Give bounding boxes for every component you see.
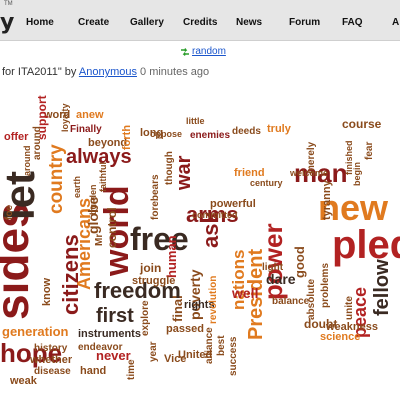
cloud-word-struggle: struggle (132, 275, 175, 287)
cloud-word-control: control (105, 207, 119, 248)
cloud-word-generation: generation (2, 324, 69, 339)
cloud-word-unite: unite (344, 296, 355, 320)
cloud-word-revolution: revolution (208, 276, 219, 324)
wordle-title-line: for ITA2011" by Anonymous 0 minutes ago (2, 66, 209, 78)
cloud-word-deeds: deeds (232, 126, 261, 137)
cloud-word-oppose: oppose (150, 129, 182, 139)
cloud-word-little: little (186, 116, 205, 126)
word-cloud: word anew loyalty Finally support beyond… (0, 95, 400, 387)
trademark-mark: TM (4, 1, 13, 7)
cloud-word-powerful: powerful (210, 198, 256, 210)
cloud-word-year: year (148, 341, 159, 362)
timestamp: 0 minutes ago (140, 66, 210, 78)
nav-faq-link[interactable]: FAQ (342, 17, 363, 28)
cloud-word-century: century (250, 178, 283, 188)
cloud-word-problems: problems (320, 263, 331, 308)
nav-credits-link[interactable]: Credits (183, 17, 217, 28)
cloud-word-balance: balance (272, 296, 310, 307)
cloud-word-weak: weak (9, 375, 38, 387)
cloud-word-begin: begin (352, 162, 362, 186)
top-navigation-bar: y TM Home Create Gallery Credits News Fo… (0, 0, 400, 41)
cloud-word-fellow: fellow (371, 259, 393, 316)
cloud-word-truly: truly (267, 123, 292, 135)
cloud-word-dare: dare (266, 271, 296, 287)
cloud-word-offer: offer (4, 131, 29, 143)
cloud-word-explore: explore (140, 300, 151, 336)
random-link-group[interactable]: random (180, 46, 226, 57)
cloud-word-course: course (342, 117, 382, 131)
cloud-word-best: best (216, 335, 227, 356)
cloud-word-disease: disease (34, 366, 71, 377)
cloud-word-alliance: alliance (204, 327, 215, 364)
cloud-word-human: human (164, 235, 179, 278)
cloud-word-absolute: absolute (306, 278, 317, 320)
cloud-word-join: join (139, 261, 161, 275)
cloud-word-around: around (32, 126, 43, 160)
cloud-word-whether: whether (29, 354, 73, 366)
site-logo[interactable]: y (0, 10, 14, 35)
cloud-word-enemies: enemies (190, 130, 230, 141)
nav-forum-link[interactable]: Forum (289, 17, 320, 28)
cloud-word-citizens: citizens (58, 234, 83, 315)
cloud-word-loyalty: loyalty (60, 103, 70, 132)
cloud-word-hand: hand (80, 365, 106, 377)
author-link[interactable]: Anonymous (79, 66, 137, 78)
cloud-word-war: war (173, 155, 195, 191)
nav-create-link[interactable]: Create (78, 17, 109, 28)
cloud-word-anew: anew (76, 109, 104, 121)
cloud-word-history: history (34, 343, 68, 354)
cloud-word-know: know (41, 277, 53, 306)
nav-news-link[interactable]: News (236, 17, 262, 28)
cloud-word-weakness: weakness (325, 321, 378, 333)
cloud-word-merely: merely (306, 141, 317, 174)
cloud-word-burden: burden (88, 185, 98, 216)
nav-home-link[interactable]: Home (26, 17, 54, 28)
cloud-word-time: time (126, 359, 137, 380)
cloud-word-passed: passed (166, 323, 204, 335)
cloud-word-fear: fear (364, 142, 375, 160)
cloud-word-committed: committed (192, 210, 238, 220)
cloud-word-poverty: poverty (187, 269, 203, 320)
cloud-word-earth: earth (72, 176, 82, 198)
cloud-word-free: free (130, 221, 189, 257)
cloud-word-instruments: instruments (78, 328, 141, 340)
cloud-word-around-2: around (22, 146, 32, 177)
cloud-word-well: well (231, 285, 258, 301)
cloud-word-faithful: faithful (98, 162, 108, 192)
random-link[interactable]: random (192, 46, 226, 57)
wordle-title: for ITA2011" by (2, 66, 79, 78)
nav-about-link[interactable]: A (392, 17, 399, 28)
cloud-word-though: though (164, 151, 175, 185)
cloud-word-tyranny: tyranny (321, 179, 333, 220)
shuffle-icon (181, 47, 189, 56)
cloud-word-forebears: forebears (150, 174, 161, 220)
cloud-word-mr: Mr (94, 234, 105, 246)
cloud-word-finally: Finally (70, 124, 102, 135)
cloud-word-country: country (46, 144, 67, 214)
nav-gallery-link[interactable]: Gallery (130, 17, 164, 28)
cloud-word-foe: foe (4, 205, 15, 220)
cloud-word-success: success (228, 336, 239, 376)
cloud-word-first: first (96, 305, 134, 327)
